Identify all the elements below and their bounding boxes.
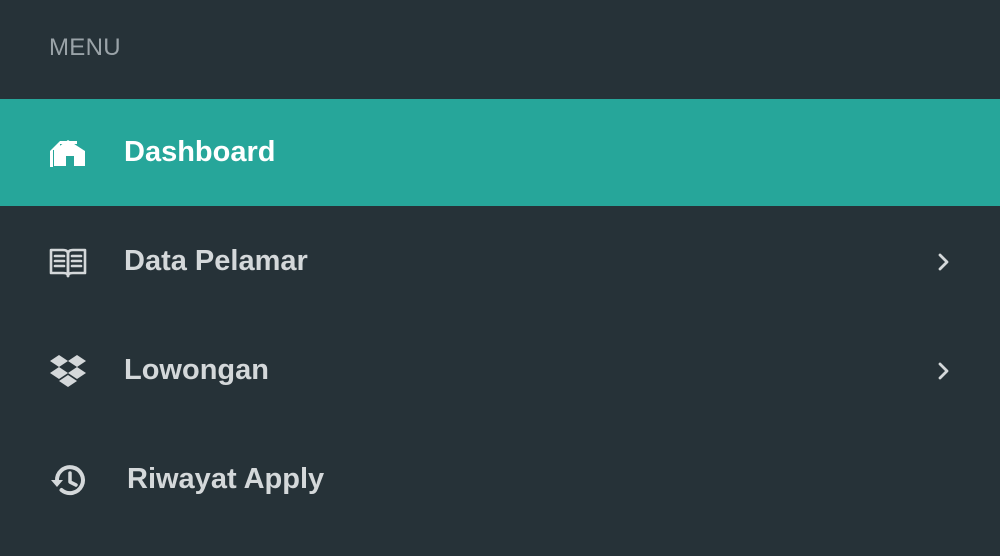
book-icon	[48, 242, 88, 282]
history-icon	[48, 460, 88, 500]
menu-item-data-pelamar[interactable]: Data Pelamar	[0, 208, 1000, 315]
chevron-right-icon	[934, 250, 954, 274]
sidebar-menu: MENU Dashboard Data Pelamar Lowongan Riw…	[0, 0, 1000, 556]
menu-item-label: Dashboard	[124, 136, 276, 168]
menu-item-riwayat-apply[interactable]: Riwayat Apply	[0, 426, 1000, 533]
menu-item-label: Data Pelamar	[124, 245, 308, 277]
home-icon	[48, 133, 88, 173]
menu-item-label: Riwayat Apply	[127, 463, 325, 495]
menu-item-label: Lowongan	[124, 354, 269, 386]
dropbox-icon	[48, 351, 88, 391]
menu-list: Dashboard Data Pelamar Lowongan Riwayat …	[0, 99, 1000, 533]
menu-item-lowongan[interactable]: Lowongan	[0, 317, 1000, 424]
menu-item-dashboard[interactable]: Dashboard	[0, 99, 1000, 206]
menu-header: MENU	[49, 34, 121, 61]
chevron-right-icon	[934, 359, 954, 383]
